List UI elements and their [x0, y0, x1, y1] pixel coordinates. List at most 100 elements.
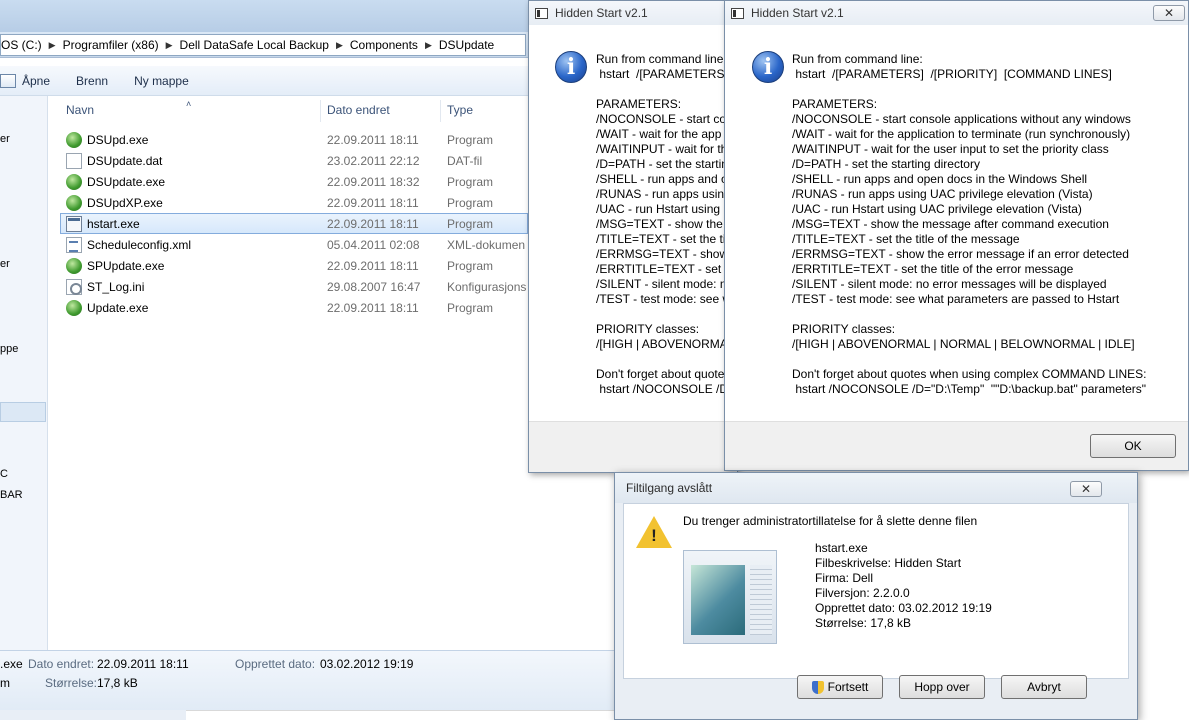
- dialog-footer: [529, 421, 737, 472]
- chevron-right-icon[interactable]: ▶: [336, 40, 343, 51]
- file-info-created: Opprettet dato: 03.02.2012 19:19: [815, 601, 992, 615]
- thumbnail-image: [691, 565, 745, 635]
- file-date: 23.02.2011 22:12: [327, 153, 420, 168]
- dialog-body: i Run from command line hstart /[PARAMET…: [529, 25, 737, 421]
- address-bar: OS (C:) ▶ Programfiler (x86) ▶ Dell Data…: [0, 32, 528, 58]
- dialog-titlebar[interactable]: Hidden Start v2.1: [529, 1, 737, 25]
- explorer-window: OS (C:) ▶ Programfiler (x86) ▶ Dell Data…: [0, 0, 528, 720]
- status-bar: [186, 710, 616, 720]
- close-button[interactable]: ✕: [1153, 5, 1185, 21]
- error-message: Du trenger administratortillatelse for å…: [683, 514, 978, 528]
- breadcrumb-programfiles[interactable]: Programfiler (x86): [63, 38, 159, 52]
- info-icon: i: [555, 51, 587, 83]
- program-icon: [66, 299, 82, 316]
- file-type: DAT-fil: [447, 153, 483, 168]
- column-header-type[interactable]: Type: [447, 98, 473, 122]
- dialog-titlebar[interactable]: Filtilgang avslått ✕: [615, 473, 1137, 503]
- file-row[interactable]: DSUpdate.exe 22.09.2011 18:32 Program: [60, 171, 528, 192]
- file-date: 22.09.2011 18:11: [327, 300, 419, 315]
- nav-item-fragment[interactable]: C: [0, 468, 8, 480]
- column-header-date[interactable]: Dato endret: [327, 98, 390, 122]
- chevron-right-icon[interactable]: ▶: [425, 40, 432, 51]
- breadcrumb-dell[interactable]: Dell DataSafe Local Backup: [180, 38, 329, 52]
- open-button[interactable]: Åpne: [0, 73, 50, 88]
- file-type: Program: [447, 216, 494, 231]
- file-row[interactable]: DSUpd.exe 22.09.2011 18:11 Program: [60, 129, 528, 150]
- continue-button[interactable]: Fortsett: [797, 675, 883, 699]
- file-date: 29.08.2007 16:47: [327, 279, 421, 294]
- info-icon: i: [752, 51, 784, 83]
- file-type: Program: [447, 300, 494, 315]
- skip-button[interactable]: Hopp over: [899, 675, 985, 699]
- breadcrumb[interactable]: OS (C:) ▶ Programfiler (x86) ▶ Dell Data…: [0, 34, 526, 56]
- program-icon: [66, 194, 82, 211]
- nav-item-fragment[interactable]: er: [0, 133, 10, 145]
- file-name: ST_Log.ini: [87, 279, 145, 294]
- hidden-start-dialog[interactable]: Hidden Start v2.1 ✕ i Run from command l…: [724, 0, 1189, 471]
- file-date: 22.09.2011 18:11: [327, 195, 419, 210]
- close-button[interactable]: ✕: [1070, 481, 1102, 497]
- file-row[interactable]: Scheduleconfig.xml 05.04.2011 02:08 XML-…: [60, 234, 528, 255]
- file-row[interactable]: DSUpdate.dat 23.02.2011 22:12 DAT-fil: [60, 150, 528, 171]
- file-date: 22.09.2011 18:11: [327, 216, 419, 231]
- warning-mark: !: [651, 526, 657, 545]
- file-date: 22.09.2011 18:32: [327, 174, 420, 189]
- hidden-start-dialog-back[interactable]: Hidden Start v2.1 i Run from command lin…: [528, 0, 738, 473]
- file-name: DSUpd.exe: [87, 132, 149, 147]
- column-divider[interactable]: [440, 100, 441, 122]
- nav-item-fragment[interactable]: BAR: [0, 489, 23, 501]
- breadcrumb-drive[interactable]: OS (C:): [1, 38, 42, 52]
- uac-shield-icon: [811, 680, 824, 694]
- nav-item-fragment[interactable]: ppe: [0, 343, 18, 355]
- breadcrumb-dsupdate[interactable]: DSUpdate: [439, 38, 494, 52]
- chevron-right-icon[interactable]: ▶: [49, 40, 56, 51]
- file-date: 22.09.2011 18:11: [327, 258, 419, 273]
- explorer-titlebar: [0, 0, 528, 32]
- file-row-selected[interactable]: hstart.exe 22.09.2011 18:11 Program: [60, 213, 528, 234]
- file-name: SPUpdate.exe: [87, 258, 165, 273]
- continue-label: Fortsett: [827, 680, 869, 694]
- dialog-title: Filtilgang avslått: [626, 481, 713, 495]
- file-row[interactable]: ST_Log.ini 29.08.2007 16:47 Konfigurasjo…: [60, 276, 528, 297]
- breadcrumb-components[interactable]: Components: [350, 38, 418, 52]
- program-icon: [66, 173, 82, 190]
- ok-button[interactable]: OK: [1090, 434, 1176, 458]
- file-type: Konfigurasjons: [447, 279, 527, 294]
- file-info-name: hstart.exe: [815, 541, 868, 555]
- chevron-right-icon[interactable]: ▶: [166, 40, 173, 51]
- file-row[interactable]: SPUpdate.exe 22.09.2011 18:11 Program: [60, 255, 528, 276]
- file-date: 22.09.2011 18:11: [327, 132, 419, 147]
- nav-item-selected[interactable]: [0, 402, 46, 422]
- file-name: hstart.exe: [87, 216, 140, 231]
- burn-label: Brenn: [76, 73, 109, 88]
- open-icon: [0, 73, 16, 88]
- access-denied-dialog[interactable]: Filtilgang avslått ✕ ! Du trenger admini…: [614, 472, 1138, 720]
- column-header-name[interactable]: Navn: [66, 98, 94, 122]
- cancel-button[interactable]: Avbryt: [1001, 675, 1087, 699]
- program-icon: [66, 131, 82, 148]
- file-info-size: Størrelse: 17,8 kB: [815, 616, 912, 630]
- status-bar-left: [0, 710, 186, 720]
- dialog-title: Hidden Start v2.1: [555, 6, 648, 20]
- file-info-company: Firma: Dell: [815, 571, 874, 585]
- file-name: Update.exe: [87, 300, 149, 315]
- new-folder-button[interactable]: Ny mappe: [134, 74, 189, 88]
- navigation-pane[interactable]: er er ppe C BAR: [0, 96, 48, 650]
- dialog-footer: OK: [725, 421, 1188, 470]
- dialog-title: Hidden Start v2.1: [751, 6, 844, 20]
- file-type: Program: [447, 195, 494, 210]
- dialog-body: i Run from command line: hstart /[PARAME…: [725, 25, 1188, 421]
- new-folder-label: Ny mappe: [134, 73, 189, 88]
- burn-button[interactable]: Brenn: [76, 74, 108, 88]
- details-modified-value: 22.09.2011 18:11: [97, 657, 189, 671]
- app-icon: [535, 7, 548, 19]
- nav-item-fragment[interactable]: er: [0, 258, 10, 270]
- dialog-titlebar[interactable]: Hidden Start v2.1 ✕: [725, 1, 1188, 25]
- column-divider[interactable]: [320, 100, 321, 122]
- window-app-icon: [66, 215, 82, 232]
- file-type: Program: [447, 174, 494, 189]
- details-pane: .exe Dato endret: 22.09.2011 18:11 Oppre…: [0, 650, 614, 710]
- file-row[interactable]: DSUpdXP.exe 22.09.2011 18:11 Program: [60, 192, 528, 213]
- xml-file-icon: [66, 236, 82, 253]
- file-row[interactable]: Update.exe 22.09.2011 18:11 Program: [60, 297, 528, 318]
